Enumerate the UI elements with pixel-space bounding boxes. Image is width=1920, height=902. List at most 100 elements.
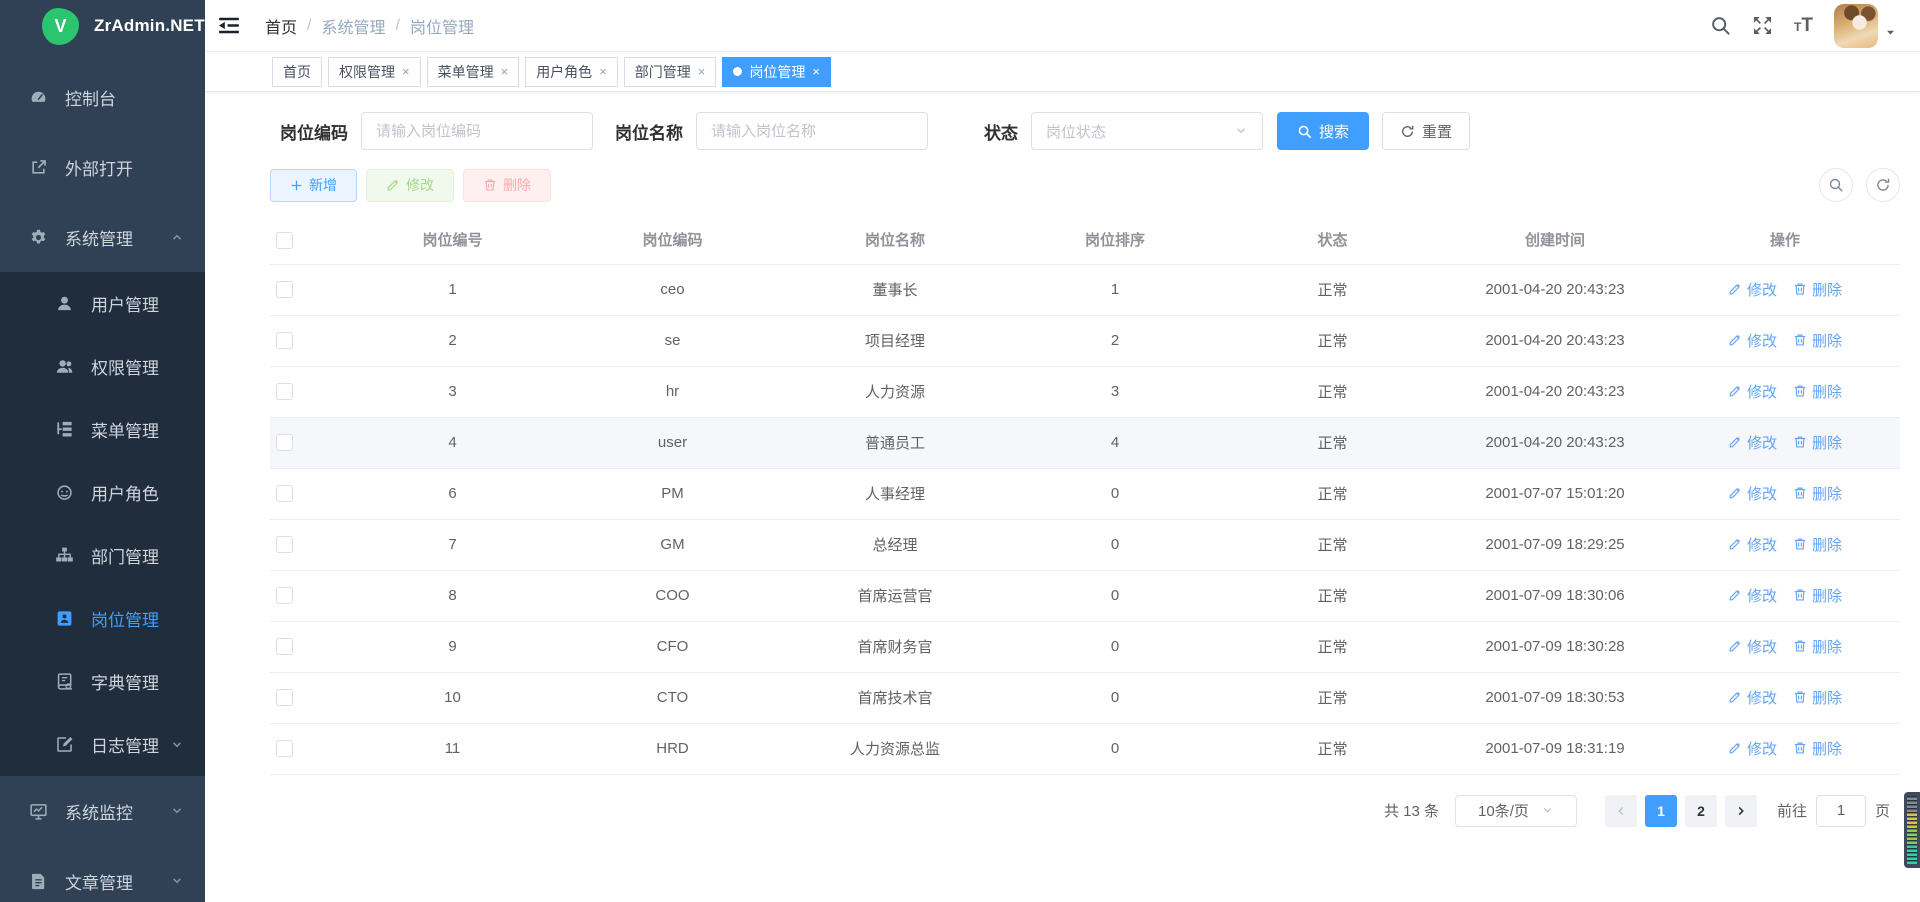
table-row: 9CFO首席财务官0正常2001-07-09 18:30:28修改删除 [270,621,1900,672]
cell-post-sort: 0 [1005,672,1225,723]
row-edit-link[interactable]: 修改 [1728,483,1777,504]
row-checkbox[interactable] [276,587,293,604]
row-checkbox[interactable] [276,536,293,553]
row-checkbox[interactable] [276,383,293,400]
row-delete-link[interactable]: 删除 [1793,330,1842,351]
user-avatar[interactable] [1834,4,1878,48]
column-header-created-time[interactable]: 创建时间 [1440,216,1670,264]
caret-down-icon[interactable] [1885,25,1896,43]
app-root: V ZrAdmin.NET 控制台外部打开系统管理用户管理权限管理菜单管理用户角… [0,0,1920,902]
tab-permission-management[interactable]: 权限管理× [328,57,421,87]
row-edit-link[interactable]: 修改 [1728,279,1777,300]
sidebar-item-log-management[interactable]: 日志管理 [0,713,205,776]
row-edit-link[interactable]: 修改 [1728,585,1777,606]
column-header-post-code[interactable]: 岗位编码 [560,216,785,264]
row-delete-link[interactable]: 删除 [1793,687,1842,708]
book-icon [54,672,74,691]
row-edit-link[interactable]: 修改 [1728,432,1777,453]
column-header-status[interactable]: 状态 [1225,216,1440,264]
row-checkbox[interactable] [276,332,293,349]
sidebar-item-menu-management[interactable]: 菜单管理 [0,398,205,461]
row-delete-link[interactable]: 删除 [1793,483,1842,504]
row-delete-link[interactable]: 删除 [1793,585,1842,606]
close-icon[interactable]: × [501,64,509,79]
row-checkbox[interactable] [276,434,293,451]
status-select[interactable]: 岗位状态 [1031,112,1263,150]
sidebar-item-console[interactable]: 控制台 [0,62,205,132]
row-checkbox[interactable] [276,638,293,655]
sidebar-item-external-open[interactable]: 外部打开 [0,132,205,202]
row-checkbox[interactable] [276,485,293,502]
filter-post-name: 岗位名称 [605,112,928,150]
fullscreen-icon[interactable] [1752,15,1773,36]
column-header-post-id[interactable]: 岗位编号 [345,216,560,264]
row-edit-link[interactable]: 修改 [1728,330,1777,351]
close-icon[interactable]: × [402,64,410,79]
close-icon[interactable]: × [698,64,706,79]
search-button[interactable]: 搜索 [1277,112,1369,150]
post-name-input[interactable] [696,112,928,150]
sidebar-collapse-icon[interactable] [218,16,240,35]
row-edit-link[interactable]: 修改 [1728,534,1777,555]
select-all-checkbox[interactable] [276,232,293,249]
prev-page-button[interactable] [1605,795,1637,827]
tab-department-management[interactable]: 部门管理× [624,57,717,87]
row-delete-link[interactable]: 删除 [1793,738,1842,759]
row-delete-link[interactable]: 删除 [1793,432,1842,453]
add-button[interactable]: 新增 [270,169,357,202]
cell-post-name: 首席运营官 [785,570,1005,621]
row-delete-link[interactable]: 删除 [1793,381,1842,402]
total-count: 共 13 条 [1384,800,1439,821]
row-edit-link[interactable]: 修改 [1728,687,1777,708]
external-link-icon [28,158,48,177]
close-icon[interactable]: × [599,64,607,79]
column-header-post-sort[interactable]: 岗位排序 [1005,216,1225,264]
delete-button[interactable]: 删除 [463,169,551,202]
row-checkbox[interactable] [276,740,293,757]
sidebar-item-article-management[interactable]: 文章管理 [0,846,205,902]
sidebar-item-user-management[interactable]: 用户管理 [0,272,205,335]
breadcrumb-item[interactable]: 首页 [265,14,297,38]
search-icon[interactable] [1710,15,1731,36]
table-row: 11HRD人力资源总监0正常2001-07-09 18:31:19修改删除 [270,723,1900,774]
row-edit-link[interactable]: 修改 [1728,636,1777,657]
sidebar-item-system-monitor[interactable]: 系统监控 [0,776,205,846]
page-button-1[interactable]: 1 [1645,795,1677,827]
row-delete-link[interactable]: 删除 [1793,636,1842,657]
edit-button[interactable]: 修改 [366,169,454,202]
cell-post-sort: 4 [1005,417,1225,468]
sidebar-item-permission-management[interactable]: 权限管理 [0,335,205,398]
tab-post-management[interactable]: 岗位管理× [722,57,831,87]
row-checkbox[interactable] [276,689,293,706]
page-size-select[interactable]: 10条/页 [1455,795,1577,827]
row-checkbox[interactable] [276,281,293,298]
cell-post-code: COO [560,570,785,621]
sidebar-item-system-management[interactable]: 系统管理 [0,202,205,272]
show-search-toggle-button[interactable] [1819,168,1853,202]
tab-menu-management[interactable]: 菜单管理× [427,57,520,87]
post-code-input[interactable] [361,112,593,150]
page-button-2[interactable]: 2 [1685,795,1717,827]
app-logo[interactable]: V ZrAdmin.NET [0,0,205,52]
sidebar-item-dictionary-management[interactable]: 字典管理 [0,650,205,713]
scrollbar-widget[interactable] [1904,792,1920,868]
next-page-button[interactable] [1725,795,1757,827]
column-header-post-name[interactable]: 岗位名称 [785,216,1005,264]
row-delete-link[interactable]: 删除 [1793,534,1842,555]
cell-created-time: 2001-07-09 18:30:28 [1440,621,1670,672]
row-delete-link[interactable]: 删除 [1793,279,1842,300]
sidebar-item-department-management[interactable]: 部门管理 [0,524,205,587]
row-edit-link[interactable]: 修改 [1728,738,1777,759]
row-edit-link[interactable]: 修改 [1728,381,1777,402]
column-header-actions[interactable]: 操作 [1670,216,1900,264]
goto-page-input[interactable] [1816,795,1866,827]
font-size-icon[interactable]: TT [1794,16,1813,35]
sidebar-item-post-management[interactable]: 岗位管理 [0,587,205,650]
tab-user-role[interactable]: 用户角色× [525,57,618,87]
tab-home[interactable]: 首页 [272,57,322,87]
trash-icon [1793,588,1807,602]
sidebar-item-user-role[interactable]: 用户角色 [0,461,205,524]
close-icon[interactable]: × [812,64,820,79]
refresh-table-button[interactable] [1866,168,1900,202]
reset-button[interactable]: 重置 [1382,112,1470,150]
